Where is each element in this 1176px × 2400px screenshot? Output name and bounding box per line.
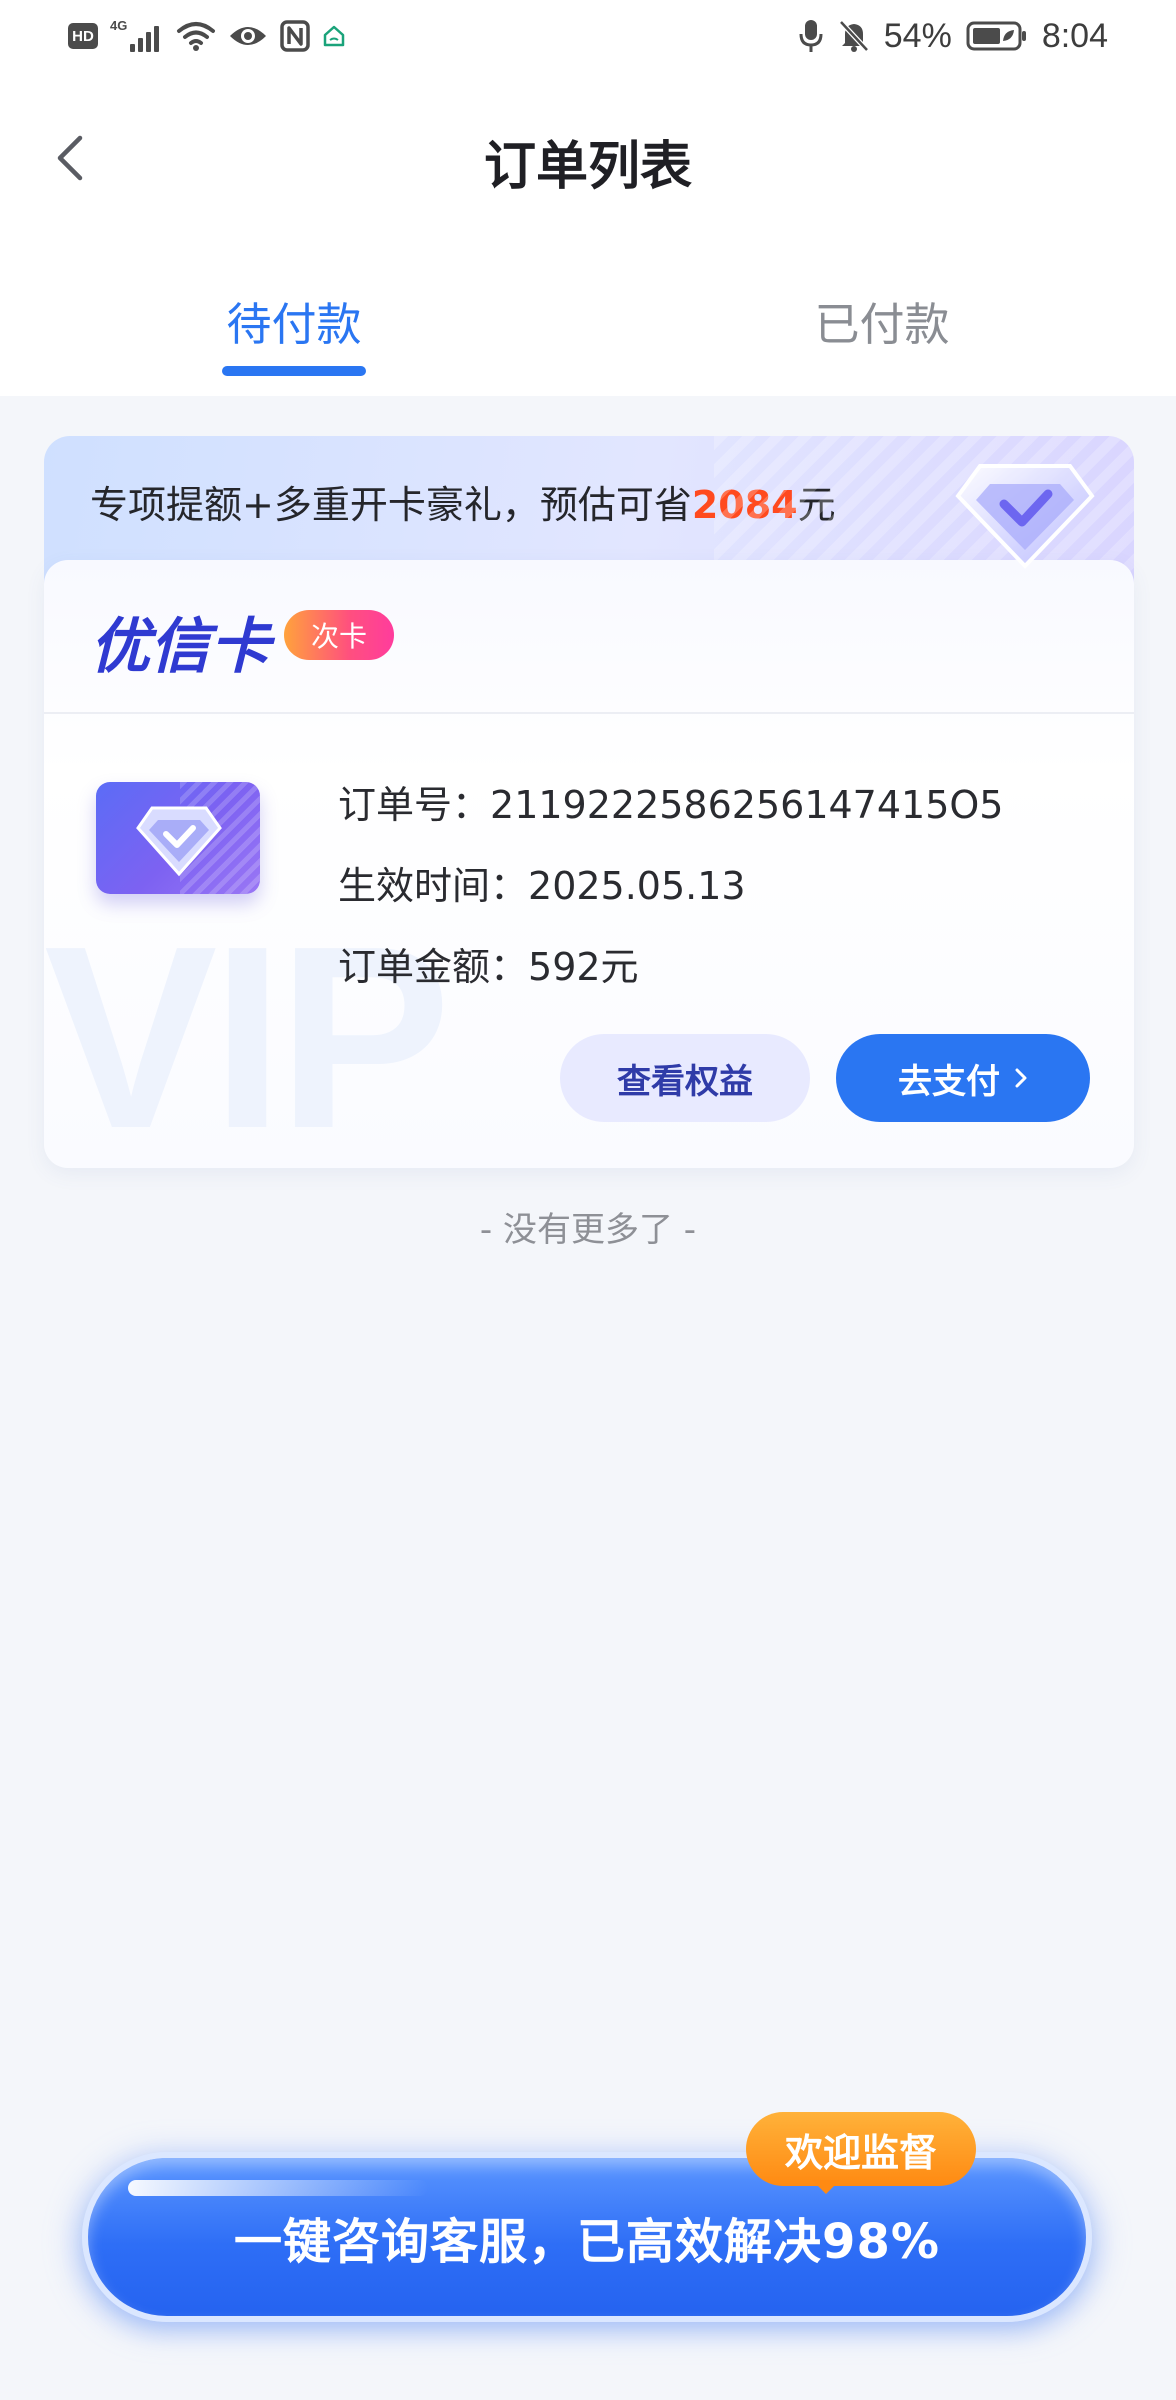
card-name: 优信卡	[90, 612, 270, 682]
wifi-icon	[177, 22, 215, 51]
customer-service-label: 一键咨询客服，已高效解决98%	[234, 2214, 940, 2270]
card-divider	[44, 712, 1134, 714]
effective-date-value: 2025.05.13	[528, 864, 746, 908]
nfc-icon	[280, 20, 310, 52]
order-amount-label: 订单金额：	[338, 945, 529, 989]
order-number-label: 订单号：	[338, 783, 491, 827]
card-thumbnail	[96, 782, 260, 894]
status-time: 8:04	[1041, 16, 1108, 55]
active-tab-indicator	[222, 366, 366, 376]
home-icon	[323, 25, 345, 47]
card-type-badge: 次卡	[284, 610, 394, 660]
order-amount-row: 订单金额：592元	[338, 936, 639, 991]
promo-amount: 2084	[691, 483, 798, 527]
promo-suffix: 元	[797, 483, 836, 527]
tab-paid[interactable]: 已付款	[732, 288, 1032, 353]
order-amount-value: 592元	[528, 945, 639, 989]
effective-date-label: 生效时间：	[338, 864, 529, 908]
order-card: VIP 优信卡 次卡 订单号：2119222586256147415O5 生效时…	[44, 560, 1134, 1168]
order-number-row: 订单号：2119222586256147415O5	[338, 774, 1003, 829]
chevron-right-icon	[1015, 1068, 1027, 1088]
promo-text: 专项提额+多重开卡豪礼，预估可省2084元	[90, 474, 836, 529]
status-bar: HD 4G 54% 8:04	[0, 0, 1176, 76]
welcome-feedback-tag: 欢迎监督	[746, 2112, 976, 2186]
signal-icon: 4G	[110, 18, 164, 54]
tab-unpaid[interactable]: 待付款	[144, 288, 444, 353]
status-bar-right: 54% 8:04	[798, 14, 1108, 58]
effective-date-row: 生效时间：2025.05.13	[338, 855, 746, 910]
hd-icon: HD	[68, 23, 98, 49]
page-title: 订单列表	[483, 137, 692, 197]
status-bar-left: HD 4G	[68, 18, 346, 54]
battery-icon	[966, 21, 1026, 51]
bell-off-icon	[838, 20, 869, 52]
network-type-label: 4G	[110, 18, 128, 33]
diamond-icon	[955, 464, 1095, 569]
battery-percent: 54%	[883, 16, 952, 55]
eye-icon	[230, 27, 266, 45]
view-benefits-button[interactable]: 查看权益	[560, 1034, 810, 1122]
diamond-icon	[136, 806, 222, 877]
welcome-tag-pointer	[812, 2180, 840, 2194]
view-benefits-label: 查看权益	[617, 1061, 753, 1102]
mic-icon	[799, 20, 823, 52]
page-header: 订单列表 待付款 已付款	[0, 76, 1176, 396]
promo-prefix: 专项提额+多重开卡豪礼，预估可省	[90, 483, 692, 527]
pay-button-label: 去支付	[898, 1061, 1000, 1102]
list-end-text: - 没有更多了 -	[479, 1210, 697, 1250]
service-button-shine	[128, 2180, 428, 2196]
order-number-value: 2119222586256147415O5	[490, 783, 1004, 827]
pay-button[interactable]: 去支付	[836, 1034, 1090, 1122]
